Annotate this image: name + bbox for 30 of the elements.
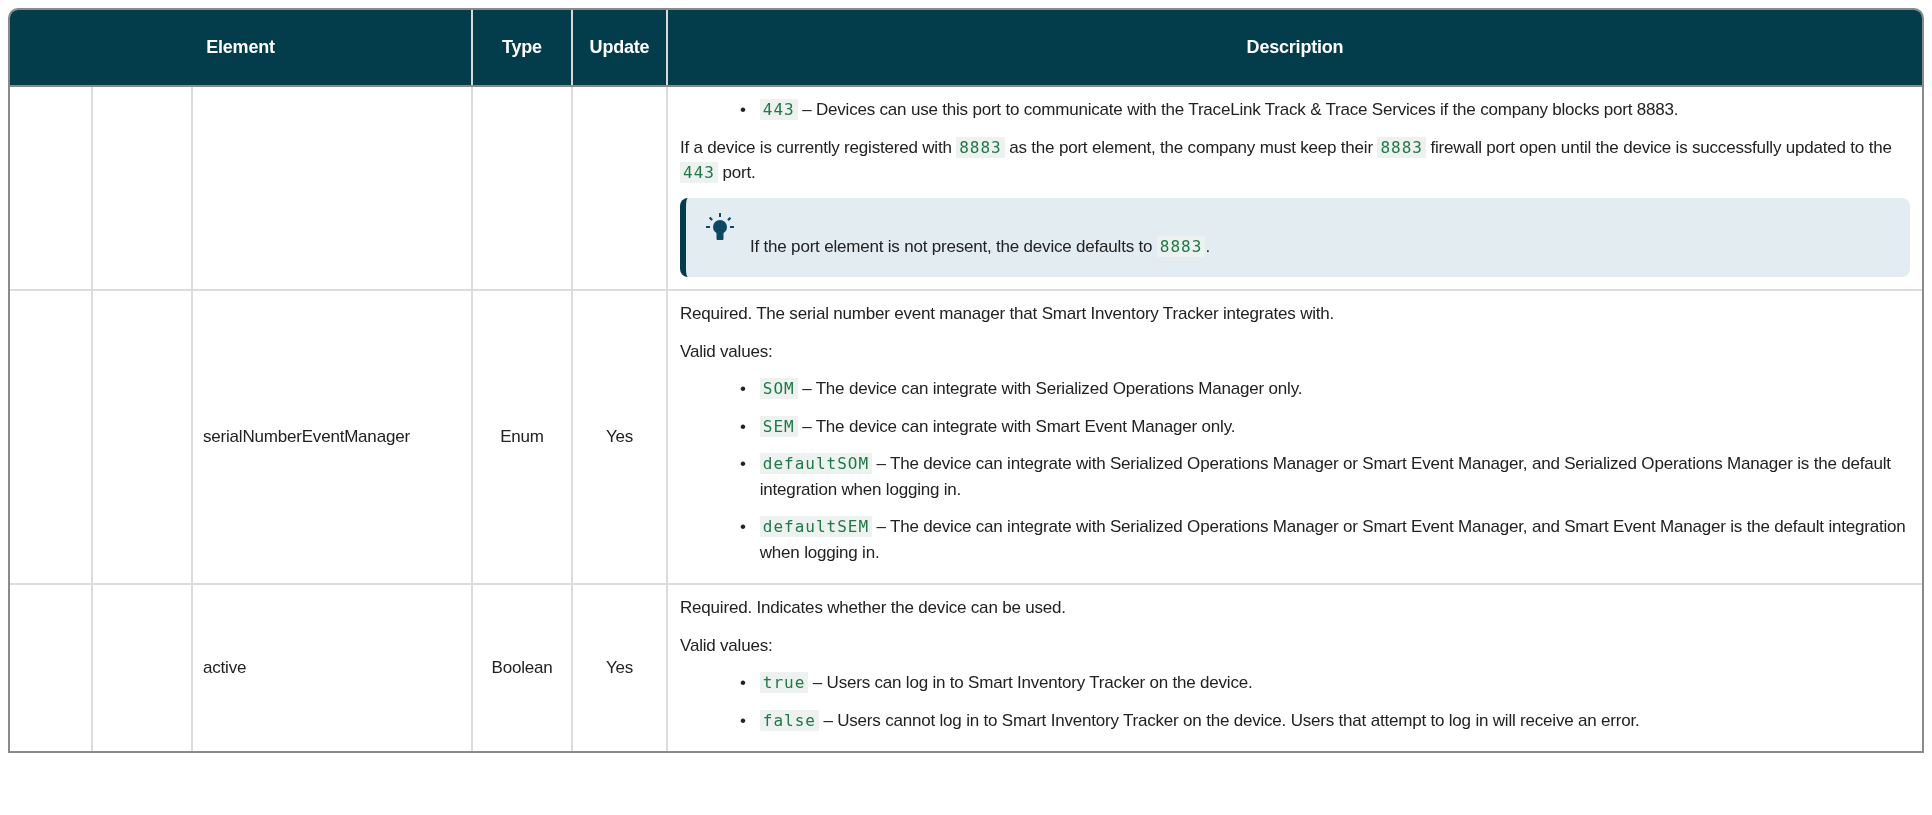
description-text: If a device is currently registered with 8883 as the port element, the company must keep their 8883 firewall port open until the device is successfully updated to the 443 port.	[680, 135, 1893, 185]
type-value: Boolean	[491, 658, 553, 678]
description-text: Valid values:	[680, 634, 774, 657]
bullet-marker: •	[740, 709, 746, 732]
element-name: serialNumberEventManager	[203, 427, 410, 447]
bullet-item: defaultSEM – The device can integrate with Serialized Operations Manager or Smart Event Manager, and Smart Event Manager is the default integration when logging in.	[759, 515, 1907, 564]
bullet-marker: •	[740, 99, 746, 121]
description-text: Valid values:	[680, 340, 774, 363]
bullet-marker: •	[740, 378, 746, 400]
column-header: Type	[472, 10, 572, 86]
element-name: active	[203, 658, 247, 678]
column-header: Element	[10, 10, 472, 86]
update-value: Yes	[605, 658, 634, 678]
bullet-item: false – Users cannot log in to Smart Inventory Tracker on the device. Users that attempt to log in will receive an error.	[759, 707, 1640, 733]
bullet-item: 443 – Devices can use this port to communicate with the TraceLink Track & Trace Services if the company blocks port 8883.	[759, 97, 1679, 123]
bullet-marker: •	[740, 516, 746, 538]
description-text: Required. Indicates whether the device can be used.	[680, 597, 1067, 619]
bullet-item: SEM – The device can integrate with Smart Event Manager only.	[759, 413, 1236, 439]
bullet-item: defaultSOM – The device can integrate with Serialized Operations Manager or Smart Event Manager, and Serialized Operations Manager is the default integration when logging in.	[759, 452, 1892, 501]
column-header: Update	[572, 10, 667, 86]
update-value: Yes	[605, 427, 634, 447]
bullet-marker: •	[740, 453, 746, 475]
description-text: Required. The serial number event manager that Smart Inventory Tracker integrates with.	[680, 303, 1336, 325]
bullet-marker: •	[740, 415, 746, 438]
tip-text: If the port element is not present, the device defaults to 8883 .	[750, 234, 1210, 259]
bullet-marker: •	[740, 672, 746, 694]
bullet-item: true – Users can log in to Smart Inventory Tracker on the device.	[759, 670, 1253, 696]
column-header: Description	[667, 10, 1922, 86]
bullet-item: SOM – The device can integrate with Serialized Operations Manager only.	[759, 376, 1303, 402]
type-value: Enum	[500, 427, 544, 447]
